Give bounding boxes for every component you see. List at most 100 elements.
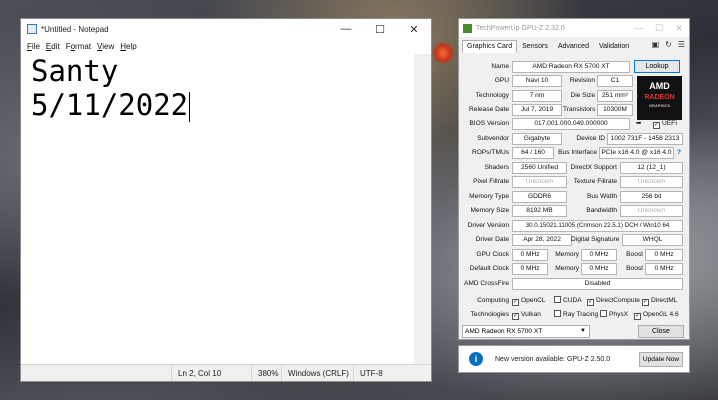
- menu-help[interactable]: Help: [117, 42, 139, 51]
- label-computing: Computing: [477, 297, 509, 304]
- menu-edit[interactable]: Edit: [43, 42, 63, 51]
- gpuz-tabs: Graphics Card Sensors Advanced Validatio…: [459, 37, 689, 53]
- notepad-app-icon: [27, 24, 37, 34]
- value-driver-version: 30.0.15021.11005 (Crimson 22.5.1) DCH / …: [512, 220, 683, 232]
- label-technologies: Technologies: [470, 311, 510, 318]
- directcompute-check-icon: ✓: [587, 299, 594, 306]
- editor-line-2: 5/11/2022: [31, 88, 189, 122]
- label-directx: DirectX Support: [570, 164, 617, 171]
- value-bus-width: 256 bit: [620, 191, 683, 203]
- tab-validation[interactable]: Validation: [594, 40, 634, 53]
- value-pixel-fillrate: Unknown: [512, 176, 567, 188]
- physx-check-icon: [600, 310, 607, 317]
- label-digital-signature: Digital Signature: [571, 236, 620, 243]
- card-select-value: AMD Radeon RX 5700 XT: [465, 328, 543, 335]
- refresh-icon[interactable]: ↻: [665, 40, 672, 49]
- uefi-label: UEFI: [662, 120, 678, 127]
- tech-ray-tracing: Ray Tracing: [554, 309, 598, 321]
- label-gpu-memory: Memory: [555, 251, 579, 258]
- card-select-dropdown[interactable]: AMD Radeon RX 5700 XT ▼: [462, 325, 590, 338]
- minimize-button[interactable]: —: [329, 19, 363, 39]
- label-device-id: Device ID: [576, 135, 605, 142]
- label-gpu: GPU: [494, 77, 509, 84]
- tech-physx: PhysX: [600, 309, 628, 321]
- menu-file[interactable]: File: [24, 42, 43, 51]
- value-gpu-memory: 0 MHz: [581, 249, 617, 261]
- chevron-down-icon: ▼: [580, 328, 586, 334]
- text-editor[interactable]: Santy 5/11/2022: [21, 54, 415, 383]
- text-caret: [189, 92, 191, 122]
- label-default-boost: Boost: [626, 265, 643, 272]
- value-memory-size: 8192 MB: [512, 205, 567, 217]
- window-title: *Untitled - Notepad: [41, 24, 109, 34]
- maximize-button[interactable]: ☐: [363, 19, 397, 39]
- tech-vulkan: ✓ Vulkan: [512, 311, 541, 320]
- opencl-check-icon: ✓: [512, 299, 519, 306]
- notepad-titlebar[interactable]: *Untitled - Notepad — ☐ ✕: [21, 19, 431, 39]
- value-directx: 12 (12_1): [620, 162, 683, 174]
- vulkan-check-icon: ✓: [512, 313, 519, 320]
- logo-graphics: GRAPHICS: [648, 103, 671, 108]
- update-now-button[interactable]: Update Now: [639, 351, 683, 367]
- menu-view[interactable]: View: [94, 42, 117, 51]
- gpuz-maximize-button[interactable]: ☐: [649, 23, 669, 34]
- info-icon: i: [469, 352, 483, 366]
- value-gpu-clock: 0 MHz: [512, 249, 548, 261]
- lookup-button[interactable]: Lookup: [634, 60, 680, 73]
- label-bus-interface: Bus Interface: [558, 149, 597, 156]
- value-digital-signature: WHQL: [622, 234, 683, 246]
- logo-radeon: RADEON: [644, 94, 675, 101]
- menu-icon[interactable]: ☰: [678, 40, 685, 49]
- label-bios: BIOS Version: [469, 120, 509, 127]
- uefi-check-icon: ✓: [653, 122, 660, 129]
- cuda-check-icon: [554, 296, 561, 303]
- label-technology: Technology: [475, 92, 509, 99]
- label-die-size: Die Size: [570, 92, 595, 99]
- value-gpu-boost: 0 MHz: [645, 249, 683, 261]
- vertical-scrollbar[interactable]: [414, 54, 431, 366]
- value-default-memory: 0 MHz: [581, 263, 617, 275]
- status-position: Ln 2, Col 10: [171, 365, 251, 381]
- value-crossfire: Disabled: [512, 278, 683, 290]
- tab-graphics-card[interactable]: Graphics Card: [462, 40, 518, 53]
- value-bandwidth: Unknown: [620, 205, 683, 217]
- value-transistors: 10300M: [597, 104, 633, 116]
- computing-directcompute: ✓ DirectCompute: [587, 297, 640, 306]
- logo-brand: AMD: [649, 81, 670, 91]
- directml-check-icon: ✓: [642, 299, 649, 306]
- bus-help-icon[interactable]: ?: [677, 147, 681, 159]
- value-default-boost: 0 MHz: [645, 263, 683, 275]
- menu-format[interactable]: Format: [63, 42, 94, 51]
- value-die-size: 251 mm²: [597, 90, 633, 102]
- label-revision: Revision: [569, 77, 595, 84]
- value-default-clock: 0 MHz: [512, 263, 548, 275]
- value-shaders: 2560 Unified: [512, 162, 567, 174]
- label-gpu-clock: GPU Clock: [476, 251, 509, 258]
- close-button[interactable]: ✕: [397, 19, 431, 39]
- label-driver-version: Driver Version: [467, 222, 509, 229]
- label-driver-date: Driver Date: [475, 236, 509, 243]
- uefi-checkbox: ✓ UEFI: [653, 118, 677, 130]
- tab-advanced[interactable]: Advanced: [553, 40, 594, 53]
- label-shaders: Shaders: [484, 164, 509, 171]
- value-subvendor: Gigabyte: [512, 133, 562, 145]
- label-default-clock: Default Clock: [469, 265, 509, 272]
- camera-icon[interactable]: ▣: [652, 40, 660, 49]
- share-icon[interactable]: ➦: [636, 118, 642, 130]
- tab-sensors[interactable]: Sensors: [517, 40, 553, 53]
- tech-opengl: ✓ OpenGL 4.6: [634, 311, 679, 320]
- notepad-window: *Untitled - Notepad — ☐ ✕ File Edit Form…: [20, 18, 432, 382]
- label-bus-width: Bus Width: [586, 193, 617, 200]
- status-line-ending: Windows (CRLF): [281, 365, 353, 381]
- label-gpu-boost: Boost: [626, 251, 643, 258]
- update-message: New version available: GPU-Z 2.50.0: [495, 355, 611, 363]
- computing-cuda: CUDA: [554, 295, 582, 307]
- computing-directml: ✓ DirectML: [642, 297, 678, 306]
- label-default-memory: Memory: [555, 265, 579, 272]
- gpuz-toolbar: ▣ ↻ ☰: [652, 40, 685, 49]
- gpuz-minimize-button[interactable]: —: [629, 23, 649, 33]
- gpuz-titlebar[interactable]: TechPowerUp GPU-Z 2.32.0 — ☐ ✕: [459, 19, 689, 37]
- gpuz-close-action-button[interactable]: Close: [638, 325, 684, 338]
- amd-radeon-logo: AMD RADEON GRAPHICS: [637, 76, 682, 120]
- gpuz-close-button[interactable]: ✕: [669, 23, 689, 34]
